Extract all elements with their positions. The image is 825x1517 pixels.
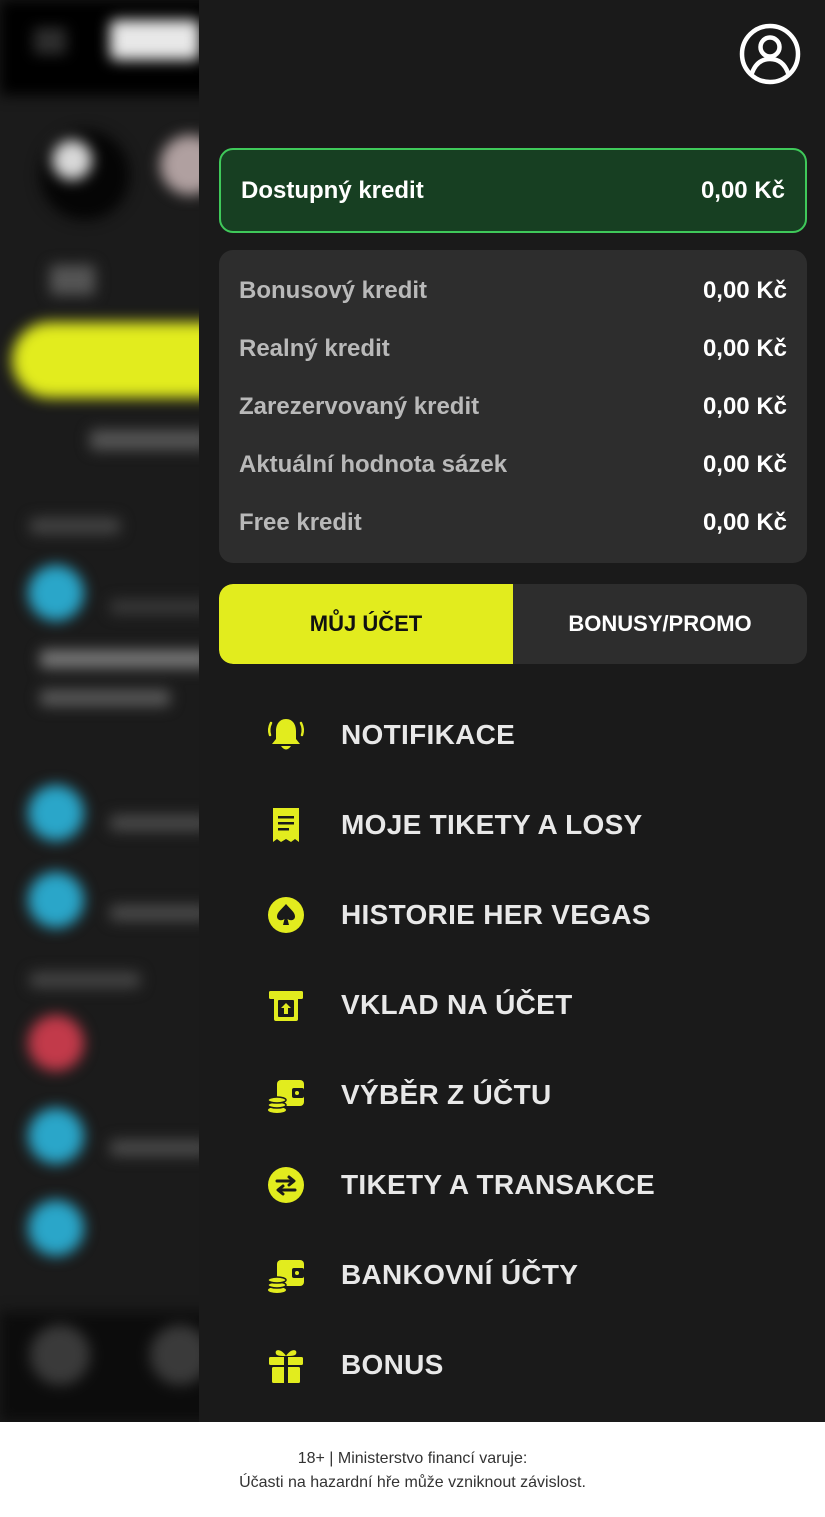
warning-line-1: 18+ | Ministerstvo financí varuje: xyxy=(297,1450,528,1467)
credit-row-bonus: Bonusový kredit 0,00 Kč xyxy=(239,262,787,320)
credit-row-real: Realný kredit 0,00 Kč xyxy=(239,320,787,378)
credit-label: Free kredit xyxy=(239,509,362,536)
menu-item-label: NOTIFIKACE xyxy=(341,719,516,750)
menu-item-my-tickets[interactable]: MOJE TIKETY A LOSY xyxy=(199,780,825,870)
menu-item-vegas-history[interactable]: HISTORIE HER VEGAS xyxy=(199,870,825,960)
credit-row-bets-value: Aktuální hodnota sázek 0,00 Kč xyxy=(239,436,787,494)
menu-item-label: VÝBĚR Z ÚČTU xyxy=(341,1079,552,1110)
credit-value: 0,00 Kč xyxy=(702,393,787,420)
credit-label: Bonusový kredit xyxy=(239,277,428,304)
account-tabs: MŮJ ÚČET BONUSY/PROMO xyxy=(219,584,807,664)
menu-item-label: MOJE TIKETY A LOSY xyxy=(341,809,643,840)
deposit-icon xyxy=(266,985,306,1025)
bell-icon xyxy=(266,715,306,755)
menu-item-label: BANKOVNÍ ÚČTY xyxy=(341,1259,579,1290)
menu-item-tickets-transactions[interactable]: TIKETY A TRANSAKCE xyxy=(199,1140,825,1230)
credit-value: 0,00 Kč xyxy=(702,451,787,478)
credit-value: 0,00 Kč xyxy=(702,335,787,362)
credit-row-free: Free kredit 0,00 Kč xyxy=(239,494,787,552)
user-profile-icon[interactable] xyxy=(739,23,801,85)
credit-breakdown: Bonusový kredit 0,00 Kč Realný kredit 0,… xyxy=(219,250,807,563)
tab-my-account[interactable]: MŮJ ÚČET xyxy=(219,584,513,664)
menu-item-notifications[interactable]: NOTIFIKACE xyxy=(199,690,825,780)
credit-label: Zarezervovaný kredit xyxy=(239,393,480,420)
credit-label: Aktuální hodnota sázek xyxy=(239,451,508,478)
credit-row-reserved: Zarezervovaný kredit 0,00 Kč xyxy=(239,378,787,436)
warning-line-2: Účasti na hazardní hře může vzniknout zá… xyxy=(239,1474,586,1491)
menu-item-label: BONUS xyxy=(341,1349,444,1380)
menu-item-label: VKLAD NA ÚČET xyxy=(341,989,573,1020)
credit-value: 0,00 Kč xyxy=(702,509,787,536)
tab-bonuses-promo[interactable]: BONUSY/PROMO xyxy=(513,584,807,664)
spade-icon xyxy=(266,895,306,935)
wallet-coins-icon xyxy=(266,1255,306,1295)
gift-icon xyxy=(266,1345,306,1385)
wallet-coins-icon xyxy=(266,1075,306,1115)
menu-item-withdraw[interactable]: VÝBĚR Z ÚČTU xyxy=(199,1050,825,1140)
transfer-arrows-icon xyxy=(266,1165,306,1205)
available-credit-value: 0,00 Kč xyxy=(700,176,785,204)
available-credit-label: Dostupný kredit xyxy=(241,176,424,204)
credit-label: Realný kredit xyxy=(239,335,390,362)
credit-value: 0,00 Kč xyxy=(702,277,787,304)
menu-item-bonus[interactable]: BONUS xyxy=(199,1320,825,1410)
menu-item-label: TIKETY A TRANSAKCE xyxy=(341,1169,655,1200)
receipt-icon xyxy=(266,805,306,845)
menu-item-deposit[interactable]: VKLAD NA ÚČET xyxy=(199,960,825,1050)
account-drawer: Dostupný kredit 0,00 Kč Bonusový kredit … xyxy=(199,0,825,1422)
account-menu: NOTIFIKACE MOJE TIKETY A LOSY HISTORIE H… xyxy=(199,690,825,1410)
menu-item-label: HISTORIE HER VEGAS xyxy=(341,899,651,930)
gambling-warning-footer: 18+ | Ministerstvo financí varuje: Účast… xyxy=(0,1422,825,1517)
menu-item-bank-accounts[interactable]: BANKOVNÍ ÚČTY xyxy=(199,1230,825,1320)
available-credit-card: Dostupný kredit 0,00 Kč xyxy=(219,148,807,233)
